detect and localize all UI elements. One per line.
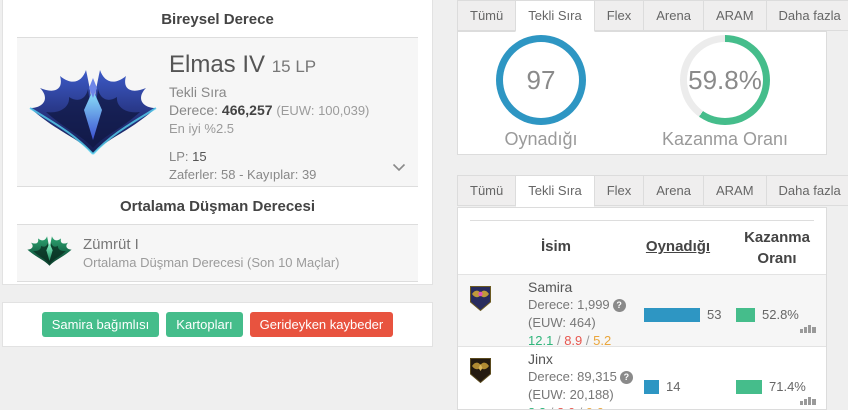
champion-stats-panel: İsim Oynadığı Kazanma Oranı Samira Derec… [457, 207, 827, 410]
queue-tabbar-top: Tümü Tekli Sıra Flex Arena ARAM Daha faz… [457, 0, 848, 32]
tag-snowballer[interactable]: Kartopları [166, 312, 243, 337]
enemy-rank-title: Ortalama Düşman Derecesi [119, 198, 316, 215]
winrate-value: 59.8% [688, 64, 762, 95]
kda-assists: 9.0 [586, 405, 604, 409]
champion-name: Samira [528, 279, 573, 295]
kda-separator: / [550, 405, 554, 409]
header-winrate[interactable]: Kazanma Oranı [730, 227, 825, 269]
champion-info: Jinx Derece: 89,315? (EUW: 20,188) 8.3 /… [528, 350, 633, 409]
winrate-bar-group: 52.8% [736, 307, 799, 322]
bar-chart-icon[interactable] [800, 392, 816, 409]
question-mark-icon[interactable]: ? [619, 371, 633, 384]
played-count: 14 [666, 379, 681, 394]
champion-rank-line: Derece: 1,999? [528, 296, 626, 314]
played-bar [644, 307, 700, 322]
tag-loses-when-behind[interactable]: Gerideyken kaybeder [249, 312, 394, 337]
winrate-ring: 59.8% [679, 35, 770, 125]
tab-daha-fazla-label: Daha fazla [778, 183, 841, 198]
played-stat: 97 Oynadığı [495, 32, 586, 154]
tab-flex[interactable]: Flex [593, 0, 645, 31]
lp-label: LP: [169, 149, 189, 164]
champion-kda: 8.3 / 8.6 / 9.0 [528, 404, 633, 409]
kda-kills: 8.3 [528, 405, 546, 409]
tab-tekli-sira[interactable]: Tekli Sıra [515, 0, 595, 32]
bar-chart-icon[interactable] [800, 320, 816, 338]
tag-samira-addict[interactable]: Samira bağımlısı [41, 312, 160, 337]
champion-region-rank: (EUW: 464) [528, 315, 596, 330]
enemy-rank-card: Zümrüt I Ortalama Düşman Derecesi (Son 1… [17, 224, 418, 282]
played-value: 97 [526, 64, 556, 95]
tab-tekli-sira[interactable]: Tekli Sıra [515, 175, 595, 207]
winrate-bar [736, 307, 755, 322]
champion-crest-icon [469, 285, 492, 317]
rank-card: Elmas IV 15 LP Tekli Sıra Derece: 466,25… [17, 37, 418, 187]
table-row-jinx[interactable]: Jinx Derece: 89,315? (EUW: 20,188) 8.3 /… [458, 346, 826, 409]
tab-aram[interactable]: ARAM [702, 0, 767, 31]
champion-info: Samira Derece: 1,999? (EUW: 464) 12.1 / … [528, 278, 626, 350]
enemy-tier: Zümrüt I [83, 235, 139, 253]
champion-rank: Derece: 89,315 [528, 369, 617, 384]
lp-value: 15 [192, 149, 207, 164]
champion-crest-icon [469, 357, 492, 389]
tab-tumu[interactable]: Tümü [457, 175, 517, 206]
played-label: Oynadığı [504, 129, 578, 149]
played-bar-group: 53 [644, 307, 721, 322]
winrate-stat: 59.8% Kazanma Oranı [662, 32, 788, 154]
played-bar-group: 14 [644, 379, 680, 394]
summary-stats-panel: 97 Oynadığı 59.8% Kazanma Oranı [457, 31, 827, 155]
champion-name: Jinx [528, 351, 553, 367]
rank-ladder-region: (EUW: 100,039) [276, 103, 370, 118]
winrate-bar-group: 71.4% [736, 379, 806, 394]
winrate-label: Kazanma Oranı [661, 129, 789, 149]
personal-rank-title: Bireysel Derece [161, 11, 274, 28]
champion-table-header: İsim Oynadığı Kazanma Oranı [458, 221, 826, 274]
played-count: 53 [707, 307, 722, 322]
rank-lp: 15 LP [271, 57, 317, 76]
played-bar [644, 379, 659, 394]
tab-arena[interactable]: Arena [643, 0, 704, 31]
tab-tumu[interactable]: Tümü [457, 0, 517, 31]
tab-daha-fazla[interactable]: Daha fazla [765, 0, 848, 31]
played-ring: 97 [495, 35, 586, 125]
rank-ladder-line: Derece: 466,257 (EUW: 100,039) [169, 101, 369, 120]
header-played[interactable]: Oynadığı [646, 238, 710, 255]
kda-separator: / [579, 405, 583, 409]
question-mark-icon[interactable]: ? [612, 299, 626, 312]
chevron-down-icon[interactable] [392, 159, 406, 177]
rank-tier-line: Elmas IV 15 LP [169, 50, 369, 82]
emerald-emblem-icon [26, 234, 73, 273]
tab-aram[interactable]: ARAM [702, 175, 767, 206]
queue-tabbar-bottom: Tümü Tekli Sıra Flex Arena ARAM Daha faz… [457, 175, 848, 207]
winrate-value: 52.8% [762, 307, 799, 322]
champion-region-rank: (EUW: 20,188) [528, 387, 614, 402]
tab-flex[interactable]: Flex [593, 175, 645, 206]
diamond-emblem-icon [17, 38, 169, 186]
header-name[interactable]: İsim [541, 238, 571, 255]
rank-queue: Tekli Sıra [169, 84, 227, 100]
tab-daha-fazla[interactable]: Daha fazla [765, 175, 848, 206]
enemy-subtitle: Ortalama Düşman Derecesi (Son 10 Maçlar) [83, 254, 340, 270]
rank-ladder-value: 466,257 [221, 102, 273, 118]
rank-ladder-prefix: Derece: [169, 102, 219, 118]
tab-daha-fazla-label: Daha fazla [778, 8, 841, 23]
rank-top-percent: En iyi %2.5 [169, 121, 235, 136]
kda-deaths: 8.6 [557, 405, 575, 409]
champion-rank: Derece: 1,999 [528, 297, 610, 312]
personal-rank-panel: Bireysel Derece Elmas IV 15 LP Tekli Sır… [2, 0, 433, 285]
rank-lp-line: LP: 15 [169, 148, 369, 166]
winrate-bar [736, 379, 762, 394]
tab-arena[interactable]: Arena [643, 175, 704, 206]
champion-rank-line: Derece: 89,315? [528, 368, 633, 386]
rank-record: Zaferler: 58 - Kayıplar: 39 [169, 167, 317, 182]
rank-tier: Elmas IV [169, 51, 266, 78]
playstyle-tags-panel: Samira bağımlısı Kartopları Gerideyken k… [2, 302, 433, 347]
table-row-samira[interactable]: Samira Derece: 1,999? (EUW: 464) 12.1 / … [458, 274, 826, 348]
